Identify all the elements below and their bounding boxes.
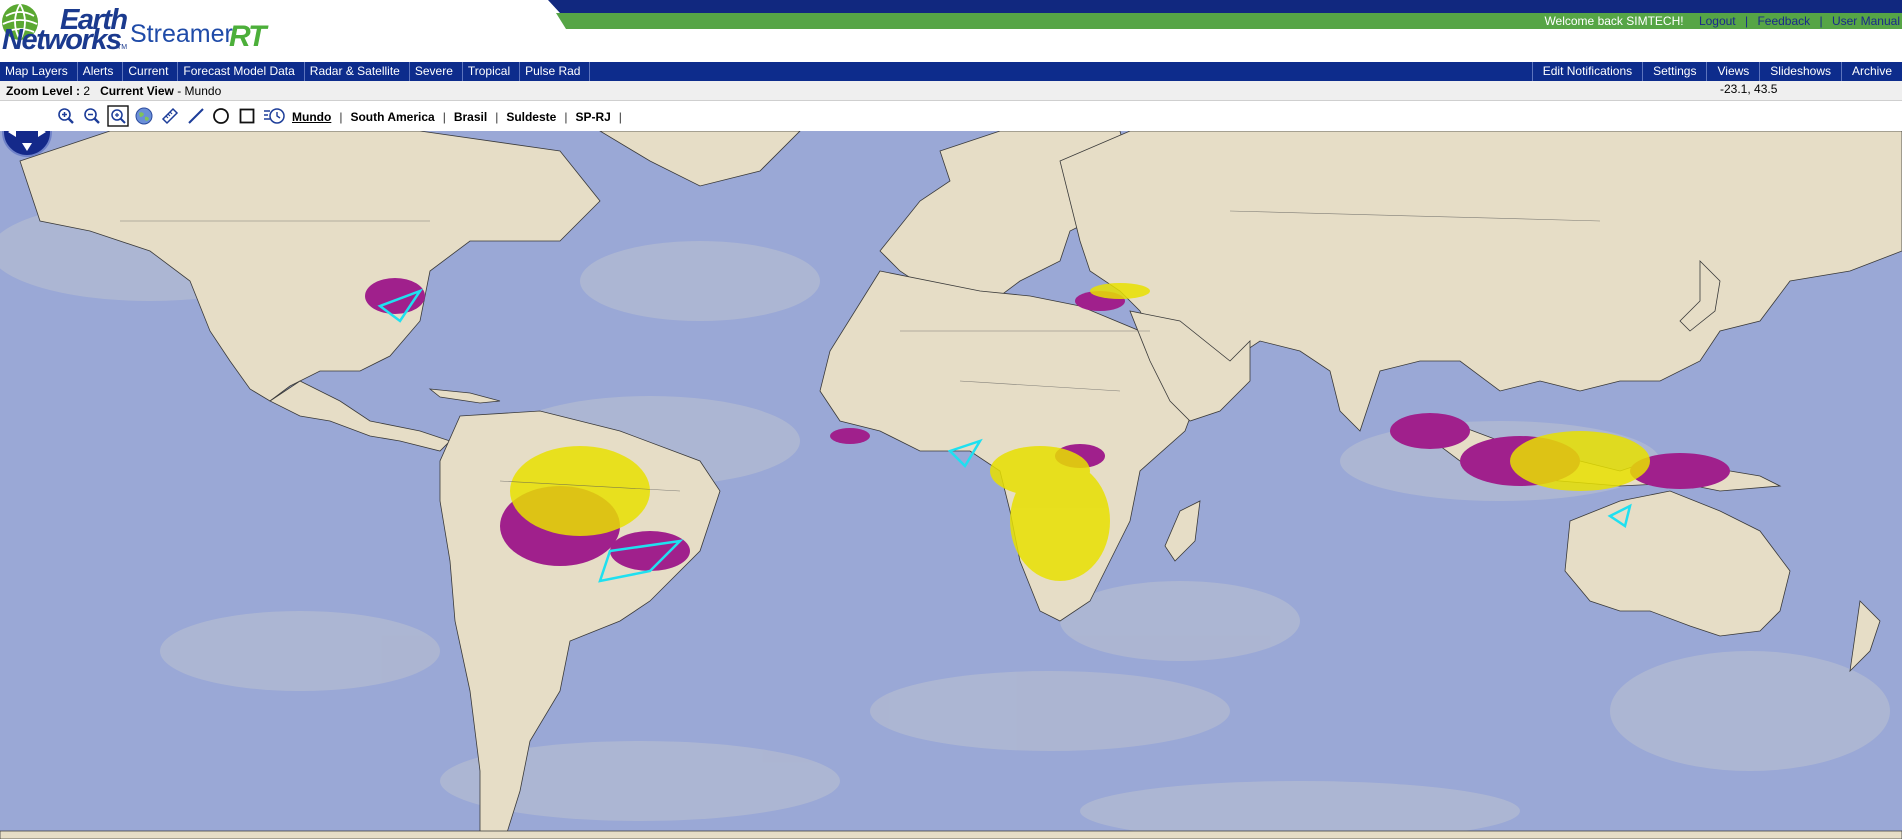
bookmark-mundo[interactable]: Mundo	[292, 110, 331, 124]
clock-icon[interactable]	[262, 107, 286, 125]
menu-slideshows[interactable]: Slideshows	[1759, 62, 1841, 81]
welcome-text: Welcome back SIMTECH!	[1544, 14, 1684, 28]
menu-forecast-model-data[interactable]: Forecast Model Data	[178, 62, 305, 81]
menu-radar-satellite[interactable]: Radar & Satellite	[305, 62, 410, 81]
central-america-landmass	[269, 380, 451, 452]
user-manual-link[interactable]: User Manual	[1832, 14, 1900, 28]
menu-pulse-rad[interactable]: Pulse Rad	[520, 62, 591, 81]
madagascar-landmass	[1164, 500, 1201, 562]
antarctica-landmass	[0, 830, 1902, 839]
bookmark-separator: |	[495, 110, 499, 124]
world-map[interactable]: N	[0, 131, 1902, 839]
new-zealand-landmass	[1849, 600, 1881, 673]
bookmark-sp-rj[interactable]: SP-RJ	[575, 110, 610, 124]
logo-trademark: TM	[117, 44, 128, 51]
current-view-value: Mundo	[184, 84, 222, 98]
menu-current[interactable]: Current	[123, 62, 179, 81]
bookmark-brasil[interactable]: Brasil	[454, 110, 487, 124]
caribbean-islands	[428, 388, 501, 404]
header-stripe-blue	[548, 0, 1902, 13]
bookmark-separator: |	[618, 110, 622, 124]
view-bookmarks: Mundo | South America | Brasil | Suldeste | SP-R…	[292, 110, 630, 124]
logo-networks-text: Networks	[2, 24, 122, 56]
menu-tropical[interactable]: Tropical	[463, 62, 521, 81]
bookmark-separator: |	[339, 110, 343, 124]
menu-views[interactable]: Views	[1706, 62, 1759, 81]
pan-navigation-pad[interactable]: N	[2, 131, 52, 157]
zoom-info: Zoom Level : 2 Current View - Mundo	[6, 84, 222, 98]
menu-right-group: Edit Notifications Settings Views Slides…	[1531, 62, 1902, 81]
status-bar: Zoom Level : 2 Current View - Mundo -23.…	[0, 81, 1902, 101]
link-separator: |	[1819, 14, 1823, 28]
compass-arrows-icon[interactable]: N	[4, 131, 50, 155]
menu-alerts[interactable]: Alerts	[78, 62, 124, 81]
australia-landmass	[1564, 490, 1791, 637]
feedback-link[interactable]: Feedback	[1757, 14, 1810, 28]
header: Earth Networks TM Streamer RT Welcome ba…	[0, 0, 1902, 62]
bookmark-suldeste[interactable]: Suldeste	[506, 110, 556, 124]
globe-icon[interactable]	[135, 107, 153, 125]
menu-map-layers[interactable]: Map Layers	[0, 62, 78, 81]
zoom-out-icon[interactable]	[83, 107, 101, 125]
zoom-in-icon[interactable]	[57, 107, 75, 125]
line-draw-icon[interactable]	[187, 107, 205, 125]
menu-severe[interactable]: Severe	[410, 62, 463, 81]
bookmark-separator: |	[564, 110, 568, 124]
link-separator: |	[1744, 14, 1749, 28]
cursor-coordinates: -23.1, 43.5	[1720, 82, 1778, 96]
menu-archive[interactable]: Archive	[1840, 62, 1902, 81]
circle-draw-icon[interactable]	[212, 107, 230, 125]
ruler-icon[interactable]	[161, 107, 179, 125]
zoom-level-value: 2	[83, 84, 91, 98]
zoom-level-label: Zoom Level :	[6, 84, 81, 98]
menu-edit-notifications[interactable]: Edit Notifications	[1531, 62, 1642, 81]
bookmark-south-america[interactable]: South America	[350, 110, 434, 124]
product-name: Streamer	[130, 20, 233, 48]
zoom-box-icon[interactable]	[107, 105, 129, 127]
main-menu-bar: Map Layers Alerts Current Forecast Model…	[0, 62, 1902, 81]
user-links: Welcome back SIMTECH! Logout | Feedback …	[1544, 14, 1900, 28]
streamer-rt-app: Earth Networks TM Streamer RT Welcome ba…	[0, 0, 1902, 839]
rectangle-draw-icon[interactable]	[238, 107, 256, 125]
map-canvas[interactable]	[0, 131, 1902, 839]
current-view-label: Current View	[100, 84, 174, 98]
product-suffix: RT	[229, 20, 266, 53]
logout-link[interactable]: Logout	[1699, 14, 1736, 28]
bookmark-separator: |	[442, 110, 446, 124]
menu-settings[interactable]: Settings	[1642, 62, 1706, 81]
greenland-landmass	[599, 131, 801, 187]
map-toolbar: Mundo | South America | Brasil | Suldeste | SP-R…	[0, 101, 1902, 131]
